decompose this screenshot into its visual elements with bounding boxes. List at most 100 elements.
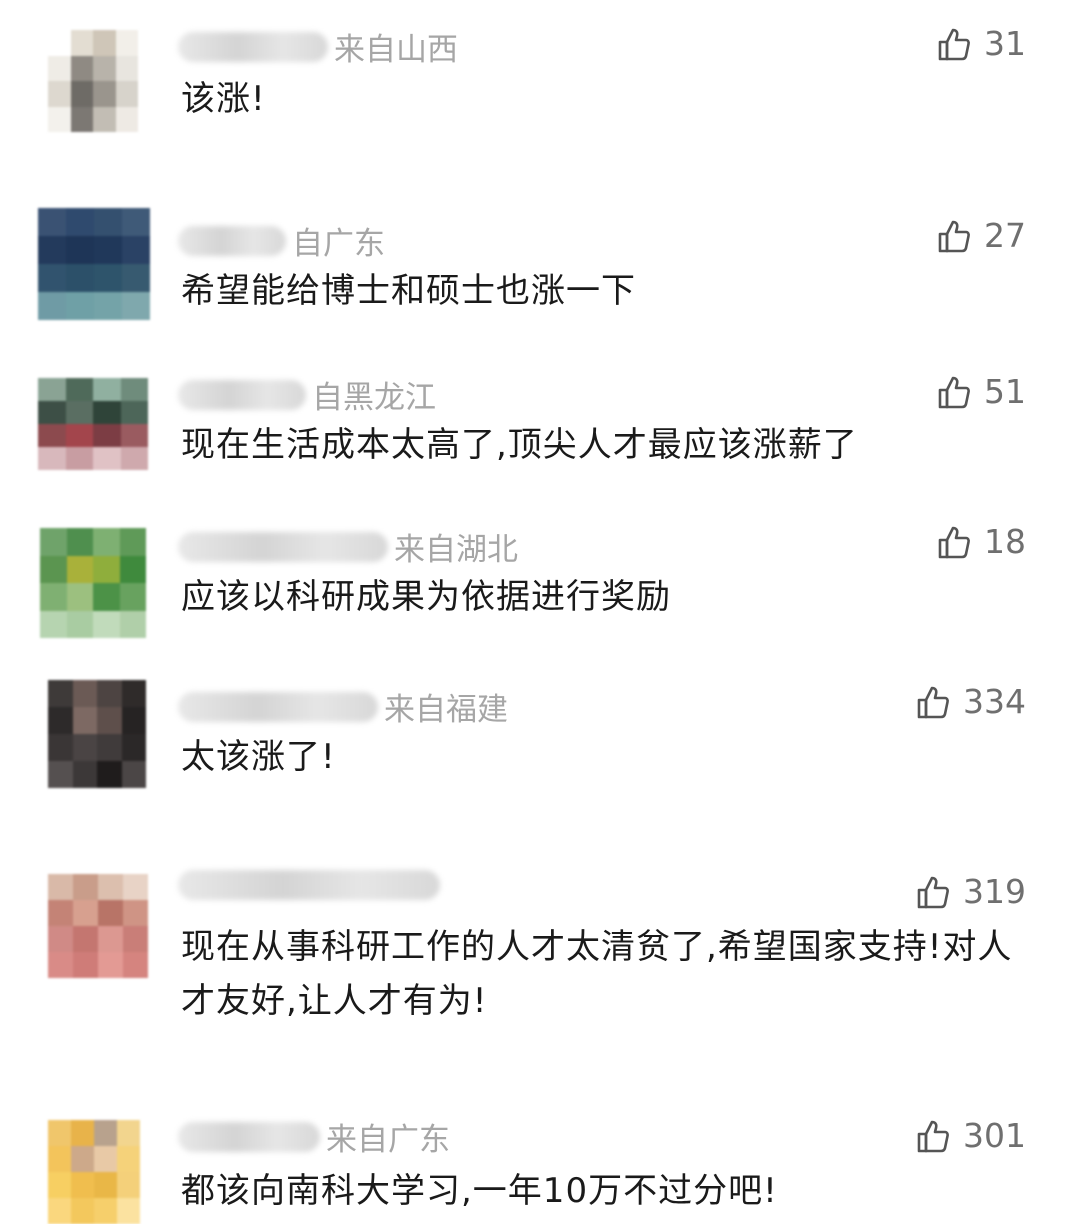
avatar-pixel	[65, 401, 93, 424]
avatar-pixel	[70, 30, 93, 56]
avatar-pixel	[38, 447, 66, 470]
avatar-pixel	[93, 30, 116, 56]
avatar-pixel	[120, 447, 148, 470]
avatar-pixel	[98, 900, 123, 926]
avatar-pixel	[98, 874, 123, 900]
avatar[interactable]	[48, 874, 148, 978]
avatar[interactable]	[48, 30, 138, 132]
comment-meta: 来自广东	[178, 1114, 450, 1159]
avatar-pixel	[93, 81, 116, 107]
avatar-pixel	[117, 1120, 140, 1146]
comment-meta: 来自山西	[178, 24, 458, 69]
avatar-pixel	[66, 264, 94, 292]
like-count: 301	[963, 1116, 1026, 1155]
comment-text: 该涨!	[181, 79, 266, 119]
comment-meta	[178, 870, 446, 900]
comment-text: 现在生活成本太高了,顶尖人才最应该涨薪了	[181, 425, 858, 465]
avatar-pixel	[38, 378, 66, 401]
avatar-pixel	[94, 208, 122, 236]
avatar-pixel	[115, 30, 138, 56]
avatar-pixel	[119, 583, 146, 611]
avatar-pixel	[93, 555, 120, 583]
avatar[interactable]	[40, 528, 146, 638]
avatar-pixel	[48, 1146, 71, 1172]
avatar-pixel	[65, 378, 93, 401]
like-button[interactable]: 334	[915, 682, 1026, 721]
comment-text: 都该向南科大学习,一年10万不过分吧!	[181, 1171, 778, 1211]
avatar-pixel	[93, 55, 116, 81]
avatar-pixel	[97, 707, 122, 734]
avatar-pixel	[123, 926, 148, 952]
avatar-pixel	[48, 926, 73, 952]
like-count: 319	[963, 872, 1026, 911]
avatar-pixel	[38, 401, 66, 424]
comment-location: 自黑龙江	[312, 380, 436, 416]
avatar-pixel	[122, 236, 150, 264]
avatar-pixel	[48, 1198, 71, 1224]
avatar-pixel	[94, 292, 122, 320]
avatar-pixel	[38, 424, 66, 447]
avatar-pixel	[117, 1146, 140, 1172]
avatar-pixel	[94, 1198, 117, 1224]
avatar-pixel	[40, 583, 67, 611]
like-button[interactable]: 31	[936, 24, 1026, 63]
avatar[interactable]	[48, 1120, 140, 1224]
avatar-pixel	[48, 874, 73, 900]
avatar-pixel	[115, 106, 138, 132]
avatar-pixel	[40, 610, 67, 638]
avatar-pixel	[73, 926, 98, 952]
avatar-pixel	[93, 424, 121, 447]
avatar[interactable]	[38, 208, 150, 320]
avatar-pixel	[65, 447, 93, 470]
avatar-pixel	[93, 447, 121, 470]
avatar-pixel	[71, 1146, 94, 1172]
avatar-pixel	[73, 874, 98, 900]
avatar-pixel	[48, 761, 73, 788]
comment-location: 自广东	[292, 226, 385, 262]
comment-location: 来自山西	[334, 32, 458, 68]
like-button[interactable]: 27	[936, 216, 1026, 255]
comment-text: 现在从事科研工作的人才太清贫了,希望国家支持!对人才友好,让人才有为!	[181, 927, 1013, 1021]
like-button[interactable]: 51	[936, 372, 1026, 411]
avatar-pixel	[48, 952, 73, 978]
avatar-pixel	[66, 610, 93, 638]
like-button[interactable]: 319	[915, 872, 1026, 911]
avatar-pixel	[98, 952, 123, 978]
thumbs-up-icon	[915, 684, 951, 720]
comment-location: 来自福建	[384, 692, 508, 728]
avatar-pixel	[120, 424, 148, 447]
comment-meta: 来自福建	[178, 684, 508, 729]
avatar-pixel	[70, 55, 93, 81]
avatar-pixel	[38, 236, 66, 264]
masked-username	[178, 379, 306, 410]
avatar-pixel	[93, 610, 120, 638]
avatar-pixel	[93, 583, 120, 611]
avatar[interactable]	[38, 378, 148, 470]
like-button[interactable]: 18	[936, 522, 1026, 561]
masked-username	[178, 691, 378, 722]
avatar[interactable]	[48, 680, 146, 788]
like-count: 27	[984, 216, 1026, 255]
avatar-pixel	[48, 106, 71, 132]
avatar-pixel	[122, 292, 150, 320]
comment-text: 应该以科研成果为依据进行奖励	[181, 577, 671, 617]
avatar-pixel	[123, 874, 148, 900]
comment-text: 希望能给博士和硕士也涨一下	[181, 271, 636, 311]
thumbs-up-icon	[936, 218, 972, 254]
comment-location: 来自湖北	[394, 532, 518, 568]
avatar-pixel	[48, 734, 73, 761]
thumbs-up-icon	[936, 26, 972, 62]
avatar-pixel	[94, 264, 122, 292]
avatar-pixel	[48, 55, 71, 81]
like-count: 51	[984, 372, 1026, 411]
like-button[interactable]: 301	[915, 1116, 1026, 1155]
avatar-pixel	[48, 81, 71, 107]
avatar-pixel	[117, 1172, 140, 1198]
like-count: 31	[984, 24, 1026, 63]
avatar-pixel	[97, 680, 122, 707]
avatar-pixel	[94, 236, 122, 264]
avatar-pixel	[38, 264, 66, 292]
avatar-pixel	[123, 952, 148, 978]
avatar-pixel	[48, 680, 73, 707]
masked-username	[178, 225, 286, 256]
